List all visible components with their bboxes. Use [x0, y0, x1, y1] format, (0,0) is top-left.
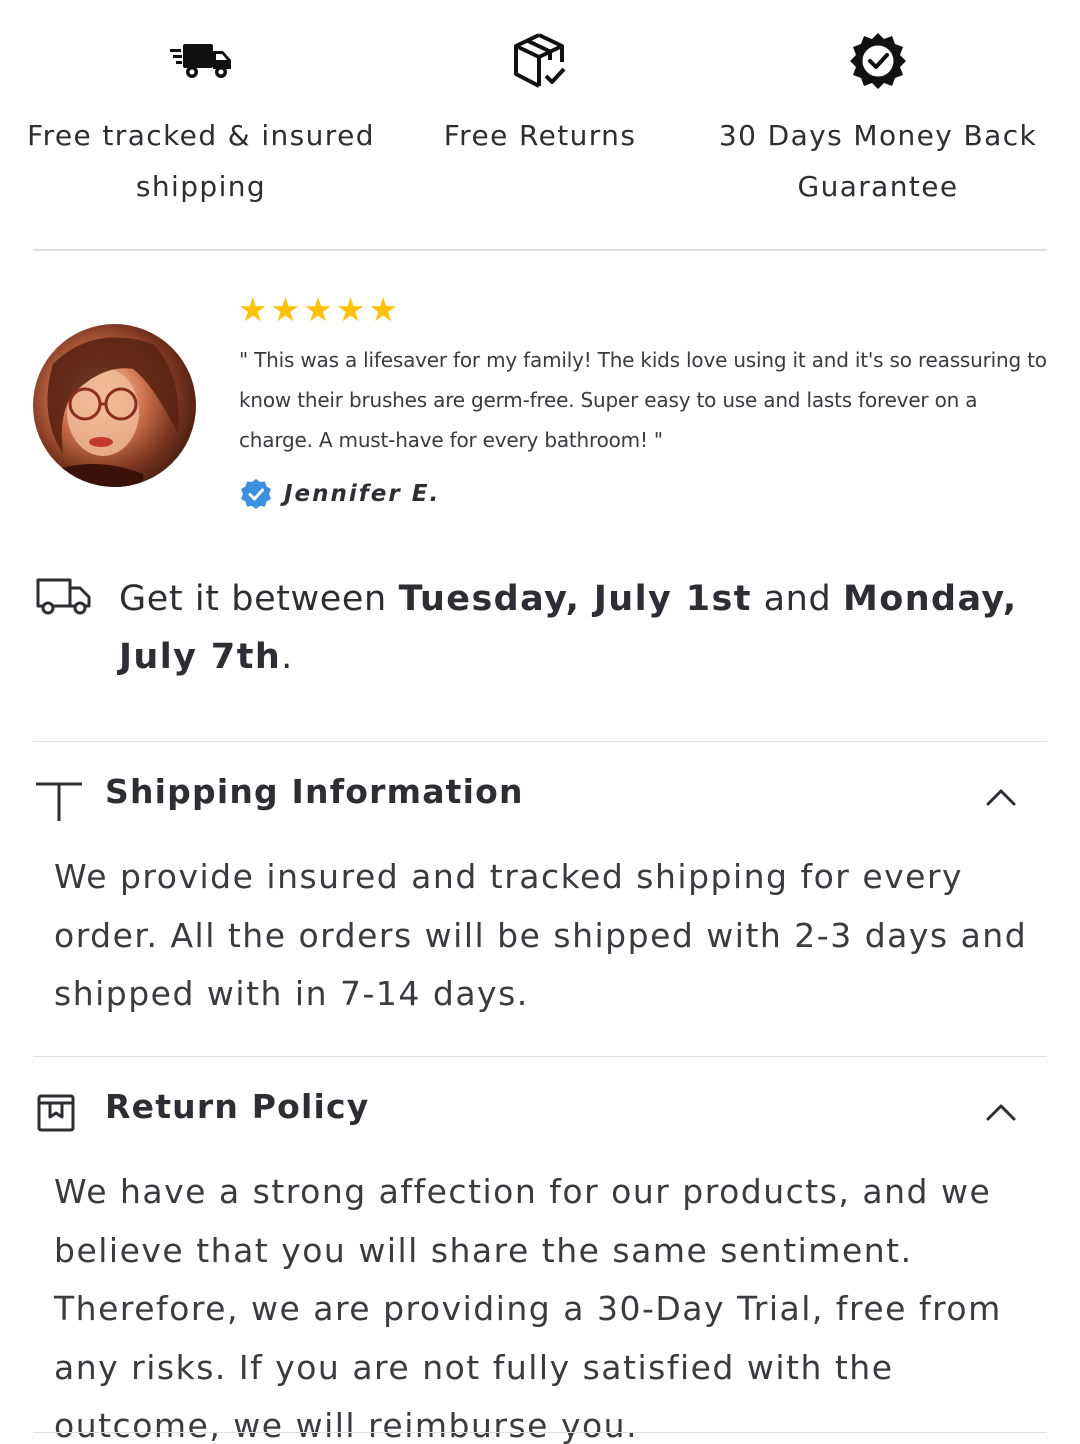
- badge-money-back: 30 Days Money Back Guarantee: [698, 28, 1058, 212]
- delivery-truck-icon: [36, 578, 91, 615]
- chevron-up-icon[interactable]: [986, 788, 1016, 806]
- reviewer: Jennifer E.: [240, 478, 440, 510]
- divider: [33, 249, 1047, 251]
- truck-outline-icon: [36, 782, 82, 821]
- delivery-middle: and: [751, 579, 844, 619]
- accordion-body: We provide insured and tracked shipping …: [54, 857, 1028, 1013]
- delivery-suffix: .: [281, 637, 293, 677]
- star-icon: ★: [238, 290, 268, 329]
- badge-free-returns: Free Returns: [360, 28, 720, 161]
- accordion-header-return[interactable]: Return Policy: [0, 1057, 1080, 1162]
- box-check-icon: [360, 28, 720, 94]
- accordion-title: Return Policy: [105, 1087, 370, 1126]
- review-quote: " This was a lifesaver for my family! Th…: [239, 348, 1047, 452]
- badge-label: Free Returns: [443, 119, 637, 152]
- trust-badges: Free tracked & insured shipping Free Ret…: [0, 0, 1080, 250]
- rating-stars: ★ ★ ★ ★ ★: [238, 292, 398, 328]
- star-icon: ★: [303, 290, 333, 329]
- avatar: [33, 324, 196, 487]
- fast-truck-icon: [21, 28, 381, 94]
- delivery-estimate: Get it between Tuesday, July 1st and Mon…: [0, 570, 1080, 700]
- verified-check-icon: [241, 479, 271, 509]
- star-icon: ★: [335, 290, 366, 329]
- delivery-prefix: Get it between: [119, 579, 399, 619]
- delivery-text: Get it between Tuesday, July 1st and Mon…: [119, 570, 1019, 686]
- divider: [33, 1432, 1047, 1433]
- badge-check-icon: [698, 28, 1058, 94]
- accordion-title: Shipping Information: [105, 772, 524, 811]
- badge-free-shipping: Free tracked & insured shipping: [21, 28, 381, 212]
- accordion-header-shipping[interactable]: Shipping Information: [0, 742, 1080, 847]
- star-icon: ★: [270, 290, 301, 329]
- chevron-up-icon[interactable]: [986, 1103, 1016, 1121]
- reviewer-name: Jennifer E.: [284, 481, 441, 507]
- return-box-icon: [37, 1094, 75, 1132]
- badge-label: 30 Days Money Back Guarantee: [718, 119, 1038, 203]
- accordion-body: We have a strong affection for our produ…: [54, 1172, 1002, 1444]
- badge-label: Free tracked & insured shipping: [27, 119, 375, 203]
- delivery-start-date: Tuesday, July 1st: [398, 579, 752, 619]
- star-icon: ★: [368, 290, 398, 329]
- customer-review: ★ ★ ★ ★ ★ " This was a lifesaver for my …: [0, 280, 1080, 520]
